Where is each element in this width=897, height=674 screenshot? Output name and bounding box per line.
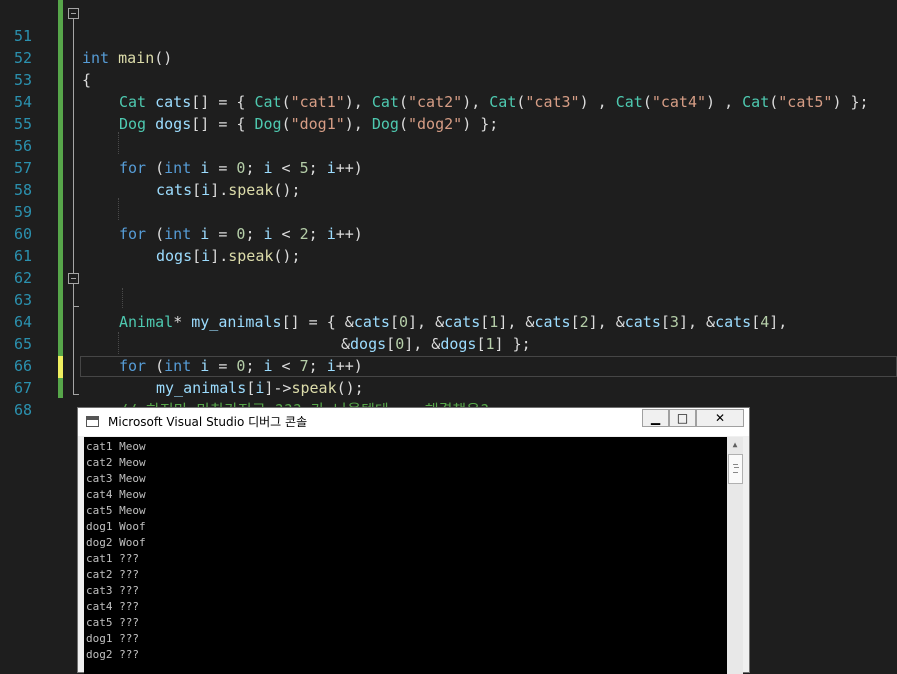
code-line-57[interactable]: 57 cats[i].speak(); xyxy=(0,135,897,199)
code-line-56[interactable]: 56 for (int i = 0; i < 5; i++) xyxy=(0,113,897,177)
code-line-53[interactable]: 53 Cat cats[] = { Cat("cat1"), Cat("cat2… xyxy=(0,47,897,111)
console-output-line: cat2 ??? xyxy=(86,568,139,581)
code-line-64[interactable]: 64 &dogs[0], &dogs[1] }; xyxy=(0,289,897,353)
code-line-54[interactable]: 54 Dog dogs[] = { Dog("dog1"), Dog("dog2… xyxy=(0,69,897,133)
console-output-line: dog1 Woof xyxy=(86,520,146,533)
console-scrollbar[interactable]: ▲ xyxy=(727,437,743,674)
code-line-55[interactable]: 55 xyxy=(0,91,897,133)
line-number: 68 xyxy=(13,401,32,419)
console-output-line: cat3 ??? xyxy=(86,584,139,597)
console-output: cat1 Meow cat2 Meow cat3 Meow cat4 Meow … xyxy=(86,439,146,663)
code-line-60[interactable]: 60 dogs[i].speak(); xyxy=(0,201,897,265)
console-output-line: cat4 Meow xyxy=(86,488,146,501)
console-output-line: cat5 ??? xyxy=(86,616,139,629)
console-output-line: dog2 ??? xyxy=(86,648,139,661)
console-output-line: cat1 ??? xyxy=(86,552,139,565)
close-button[interactable]: ✕ xyxy=(696,409,744,427)
console-output-line: dog2 Woof xyxy=(86,536,146,549)
code-line-68[interactable]: 68 } xyxy=(0,377,897,441)
code-line-65[interactable]: 65 for (int i = 0; i < 7; i++) xyxy=(0,311,897,375)
console-title: Microsoft Visual Studio 디버그 콘솔 xyxy=(108,415,308,429)
debug-console-window[interactable]: Microsoft Visual Studio 디버그 콘솔 ▁ □ ✕ cat… xyxy=(77,407,750,674)
console-output-line: cat2 Meow xyxy=(86,456,146,469)
code-line-66[interactable]: 66 my_animals[i]->speak(); xyxy=(0,333,897,397)
console-app-icon xyxy=(86,416,99,427)
scroll-grip-icon xyxy=(734,467,739,468)
console-titlebar[interactable]: Microsoft Visual Studio 디버그 콘솔 ▁ □ ✕ xyxy=(78,408,749,436)
code-line-67[interactable]: 67 // 하지만 마찬가지로 ??? 가 나올텐데... 해결책은? xyxy=(0,355,897,419)
code-line-52[interactable]: 52 { xyxy=(0,25,897,89)
code-line-61[interactable]: 61 xyxy=(0,223,897,265)
scroll-up-arrow-icon[interactable]: ▲ xyxy=(727,437,743,453)
console-output-line: cat3 Meow xyxy=(86,472,146,485)
code-line-63[interactable]: 63 Animal* my_animals[] = { &cats[0], &c… xyxy=(0,267,897,331)
code-line-58[interactable]: 58 xyxy=(0,157,897,199)
console-output-line: cat4 ??? xyxy=(86,600,139,613)
console-output-line: dog1 ??? xyxy=(86,632,139,645)
code-line-51[interactable]: 51 int main() xyxy=(0,3,897,67)
console-output-area[interactable]: cat1 Meow cat2 Meow cat3 Meow cat4 Meow … xyxy=(84,437,727,674)
minimize-button[interactable]: ▁ xyxy=(642,409,669,427)
console-output-line: cat5 Meow xyxy=(86,504,146,517)
scroll-thumb[interactable] xyxy=(728,454,743,484)
maximize-button[interactable]: □ xyxy=(669,409,696,427)
code-line-59[interactable]: 59 for (int i = 0; i < 2; i++) xyxy=(0,179,897,243)
console-output-line: cat1 Meow xyxy=(86,440,146,453)
code-line-62[interactable]: 62 xyxy=(0,245,897,287)
